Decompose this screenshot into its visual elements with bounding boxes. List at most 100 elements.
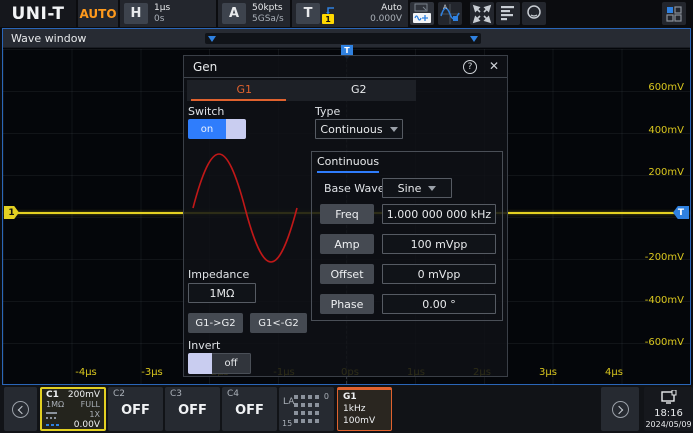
tab-g2[interactable]: G2 xyxy=(302,80,417,101)
gen-tabs: G1 G2 xyxy=(187,80,416,101)
c1-impedance: 1MΩ xyxy=(46,400,64,410)
trigger-key[interactable]: T xyxy=(296,3,320,24)
clock-date: 2024/05/09 xyxy=(644,420,693,429)
acquire-key[interactable]: A xyxy=(222,3,246,24)
trigger-menu[interactable]: T 1 Auto 0.000V xyxy=(292,0,408,27)
c2-state: OFF xyxy=(113,403,158,418)
offset-field[interactable]: 0 mVpp xyxy=(382,264,496,284)
panel-collapse-button[interactable] xyxy=(4,387,37,431)
trigger-mode: Auto xyxy=(381,3,402,13)
impedance-value: 1MΩ xyxy=(210,287,235,300)
bottom-status-bar: C1200mV 1MΩFULL 1X 0.00V C2 OFF C3 OFF C… xyxy=(0,385,693,433)
scroll-left-marker-icon[interactable] xyxy=(208,36,216,42)
c3-state: OFF xyxy=(170,403,215,418)
la-bit-low: 15 xyxy=(282,419,292,428)
impedance-field[interactable]: 1MΩ xyxy=(188,283,256,303)
trigger-position-marker[interactable]: T xyxy=(341,45,353,55)
invert-toggle[interactable]: off xyxy=(188,353,251,374)
chevron-right-icon xyxy=(612,401,629,418)
gen-dialog: Gen ? ✕ G1 G2 Switch on Type Continuous … xyxy=(183,55,508,377)
freq-value: 1.000 000 000 kHz xyxy=(387,208,491,221)
c1-probe: 1X xyxy=(89,410,100,420)
wave-window-title: Wave window xyxy=(11,32,86,45)
t-axis-label: -4μs xyxy=(64,367,108,378)
switch-toggle[interactable]: on xyxy=(188,119,246,139)
phase-button[interactable]: Phase xyxy=(320,294,374,314)
gen-dialog-title: Gen xyxy=(193,60,217,74)
measure-button[interactable] xyxy=(496,2,520,25)
waveform-preview xyxy=(189,148,305,268)
chevron-down-icon xyxy=(428,186,436,191)
invert-label: Invert xyxy=(188,339,220,352)
panel-expand-button[interactable] xyxy=(601,387,639,431)
amp-field[interactable]: 100 mVpp xyxy=(382,234,496,254)
v-axis-label: 200mV xyxy=(648,167,684,178)
offset-value: 0 mVpp xyxy=(418,268,461,281)
waveform-tools-button[interactable] xyxy=(410,2,434,25)
scroll-right-marker-icon[interactable] xyxy=(470,36,478,42)
horizontal-menu[interactable]: H 1μs 0s xyxy=(120,0,216,27)
logic-analyzer-block[interactable]: LA 0 15 xyxy=(279,387,334,431)
window-grid-icon xyxy=(665,5,683,23)
channel4-block[interactable]: C4 OFF xyxy=(222,387,277,431)
t-axis-label: -3μs xyxy=(130,367,174,378)
system-clock-block[interactable]: 18:16 2024/05/09 xyxy=(644,387,693,431)
c4-name: C4 xyxy=(227,389,272,399)
horizontal-offset: 0s xyxy=(154,14,164,24)
v-axis-label: -400mV xyxy=(645,295,684,306)
copy-g1-to-g2-button[interactable]: G1->G2 xyxy=(188,313,243,333)
gen-dialog-titlebar[interactable]: Gen ? ✕ xyxy=(184,56,507,78)
layout-grid-button[interactable] xyxy=(662,2,686,25)
measure-bars-icon xyxy=(499,4,517,23)
clock-time: 18:16 xyxy=(644,408,693,420)
brand-logo: UNI-T xyxy=(11,4,64,24)
c1-offset: 0.00V xyxy=(74,420,100,430)
chevron-down-icon xyxy=(390,127,398,132)
phase-field[interactable]: 0.00 ° xyxy=(382,294,496,314)
generator-button[interactable]: A xyxy=(438,2,462,25)
acquire-points: 50kpts xyxy=(252,3,283,13)
generator1-block[interactable]: G1 1kHz 100mV xyxy=(337,387,392,431)
run-state-button[interactable]: AUTO xyxy=(78,0,118,27)
horizontal-key[interactable]: H xyxy=(124,3,148,24)
v-axis-label: 400mV xyxy=(648,125,684,136)
freq-button[interactable]: Freq xyxy=(320,204,374,224)
channel3-block[interactable]: C3 OFF xyxy=(165,387,220,431)
la-bits-grid-icon xyxy=(294,395,320,424)
channel1-block[interactable]: C1200mV 1MΩFULL 1X 0.00V xyxy=(40,387,106,431)
acquire-menu[interactable]: A 50kpts 5GSa/s xyxy=(218,0,290,27)
offset-button[interactable]: Offset xyxy=(320,264,374,284)
amp-button[interactable]: Amp xyxy=(320,234,374,254)
tab-g1[interactable]: G1 xyxy=(187,80,302,101)
magnifier-icon xyxy=(525,4,544,23)
base-wave-value: Sine xyxy=(398,182,422,195)
channel2-block[interactable]: C2 OFF xyxy=(108,387,163,431)
v-axis-label: -600mV xyxy=(645,337,684,348)
channel1-level-marker[interactable]: 1 xyxy=(4,206,19,219)
g1-name: G1 xyxy=(343,391,386,403)
c1-name: C1 xyxy=(46,390,59,400)
t-axis-label: 3μs xyxy=(526,367,570,378)
close-icon[interactable]: ✕ xyxy=(489,59,499,73)
dc-coupling-icon xyxy=(46,412,57,419)
help-icon[interactable]: ? xyxy=(463,60,477,74)
freq-field[interactable]: 1.000 000 000 kHz xyxy=(382,204,496,224)
type-dropdown[interactable]: Continuous xyxy=(315,119,403,139)
trigger-level-marker[interactable]: T xyxy=(673,206,689,219)
copy-g1-from-g2-button[interactable]: G1<-G2 xyxy=(250,313,307,333)
base-wave-dropdown[interactable]: Sine xyxy=(382,178,452,198)
run-state-label: AUTO xyxy=(79,7,116,21)
bandwidth-limit-icon xyxy=(46,424,59,426)
xy-mode-button[interactable] xyxy=(470,2,494,25)
g1-freq: 1kHz xyxy=(343,403,386,415)
base-wave-label: Base Wave xyxy=(324,182,384,195)
invert-toggle-off-label: off xyxy=(212,353,251,374)
switch-toggle-on-label: on xyxy=(188,119,226,139)
zoom-button[interactable] xyxy=(522,2,546,25)
la-name: LA xyxy=(283,397,294,407)
switch-label: Switch xyxy=(188,105,224,118)
horizontal-position-scrollbar[interactable] xyxy=(205,33,481,44)
phase-value: 0.00 ° xyxy=(422,298,456,311)
v-axis-label: 600mV xyxy=(648,82,684,93)
chevron-left-icon xyxy=(12,401,29,418)
